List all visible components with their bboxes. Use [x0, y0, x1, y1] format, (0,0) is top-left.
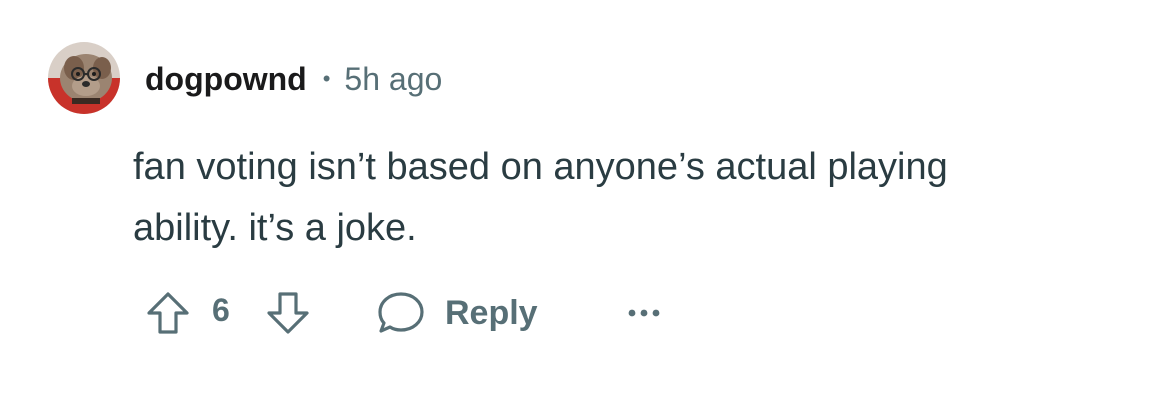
downvote-button[interactable] — [263, 288, 313, 338]
ellipsis-icon — [628, 309, 660, 317]
username[interactable]: dogpownd — [145, 61, 307, 98]
dog-avatar-image — [48, 42, 120, 114]
speech-bubble-icon — [378, 292, 424, 333]
separator-dot: • — [322, 66, 331, 91]
reply-label: Reply — [445, 293, 538, 332]
avatar[interactable] — [48, 42, 120, 114]
comment-header: dogpownd • 5h ago — [145, 57, 442, 101]
vote-count: 6 — [212, 292, 230, 328]
comment-body: fan voting isn’t based on anyone’s actua… — [133, 137, 1133, 259]
upvote-button[interactable] — [143, 288, 193, 338]
comment: dogpownd • 5h ago fan voting isn’t based… — [0, 0, 1170, 415]
comment-body-line: ability. it’s a joke. — [133, 207, 417, 249]
arrow-up-outline-icon — [147, 292, 189, 334]
comment-actions: 6 Reply — [0, 280, 1170, 344]
comment-body-line: fan voting isn’t based on anyone’s actua… — [133, 146, 948, 188]
more-options-button[interactable] — [624, 296, 664, 330]
reply-button[interactable]: Reply — [377, 288, 538, 338]
arrow-down-outline-icon — [267, 292, 309, 334]
timestamp[interactable]: 5h ago — [344, 61, 442, 98]
